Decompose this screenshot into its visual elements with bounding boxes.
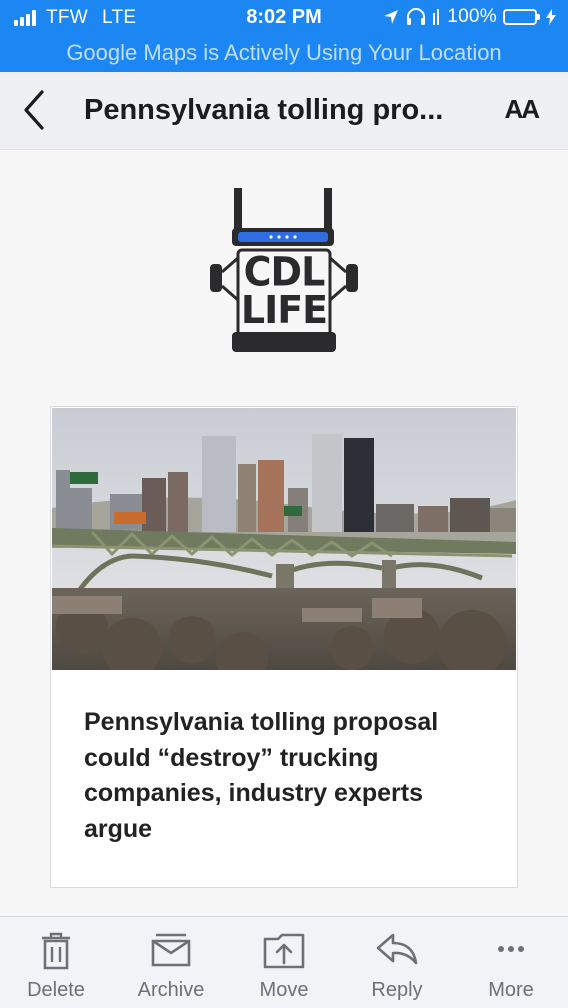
status-bar: TFW LTE 8:02 PM 100% Google Maps is Acti… [0, 0, 568, 72]
archive-label: Archive [137, 979, 205, 1001]
reply-button[interactable]: Reply [347, 917, 447, 1008]
charging-bolt-icon [546, 9, 556, 25]
back-button[interactable] [18, 88, 54, 132]
pittsburgh-bridge-photo [52, 408, 516, 670]
reply-label: Reply [371, 979, 423, 1001]
sound-level-icon [433, 9, 441, 25]
move-label: Move [259, 979, 309, 1001]
page-title: Pennsylvania tolling pro... [84, 94, 444, 126]
delete-button[interactable]: Delete [6, 917, 106, 1008]
text-size-button[interactable]: AA [504, 94, 540, 125]
chevron-left-icon [24, 90, 44, 130]
headphones-icon [405, 8, 427, 26]
battery-percent: 100% [447, 6, 497, 27]
move-button[interactable]: Move [234, 917, 334, 1008]
location-banner[interactable]: Google Maps is Actively Using Your Locat… [0, 36, 568, 70]
status-right: 100% [377, 6, 556, 28]
battery-icon [503, 9, 540, 25]
more-label: More [488, 979, 534, 1001]
logo-text-cdl: CDL [243, 248, 326, 296]
trash-icon [42, 932, 70, 970]
more-button[interactable]: More [461, 917, 561, 1008]
article-headline[interactable]: Pennsylvania tolling proposal could “des… [84, 705, 494, 847]
logo-text-life: LIFE [240, 288, 328, 332]
nav-bar: Pennsylvania tolling pro... AA [0, 72, 568, 150]
bottom-toolbar: Delete Archive Move Reply More [0, 916, 568, 1008]
cdl-life-logo[interactable]: CDL LIFE [208, 188, 360, 356]
email-body[interactable]: CDL LIFE Pennsylvania tolling proposal c… [0, 150, 568, 916]
article-card[interactable]: Pennsylvania tolling proposal could “des… [50, 406, 518, 888]
reply-icon [376, 933, 418, 965]
archive-icon [151, 933, 191, 967]
delete-label: Delete [27, 979, 85, 1001]
article-image[interactable] [52, 408, 516, 670]
move-icon [263, 933, 305, 969]
location-arrow-icon [383, 9, 399, 25]
more-icon [498, 946, 524, 952]
archive-button[interactable]: Archive [121, 917, 221, 1008]
